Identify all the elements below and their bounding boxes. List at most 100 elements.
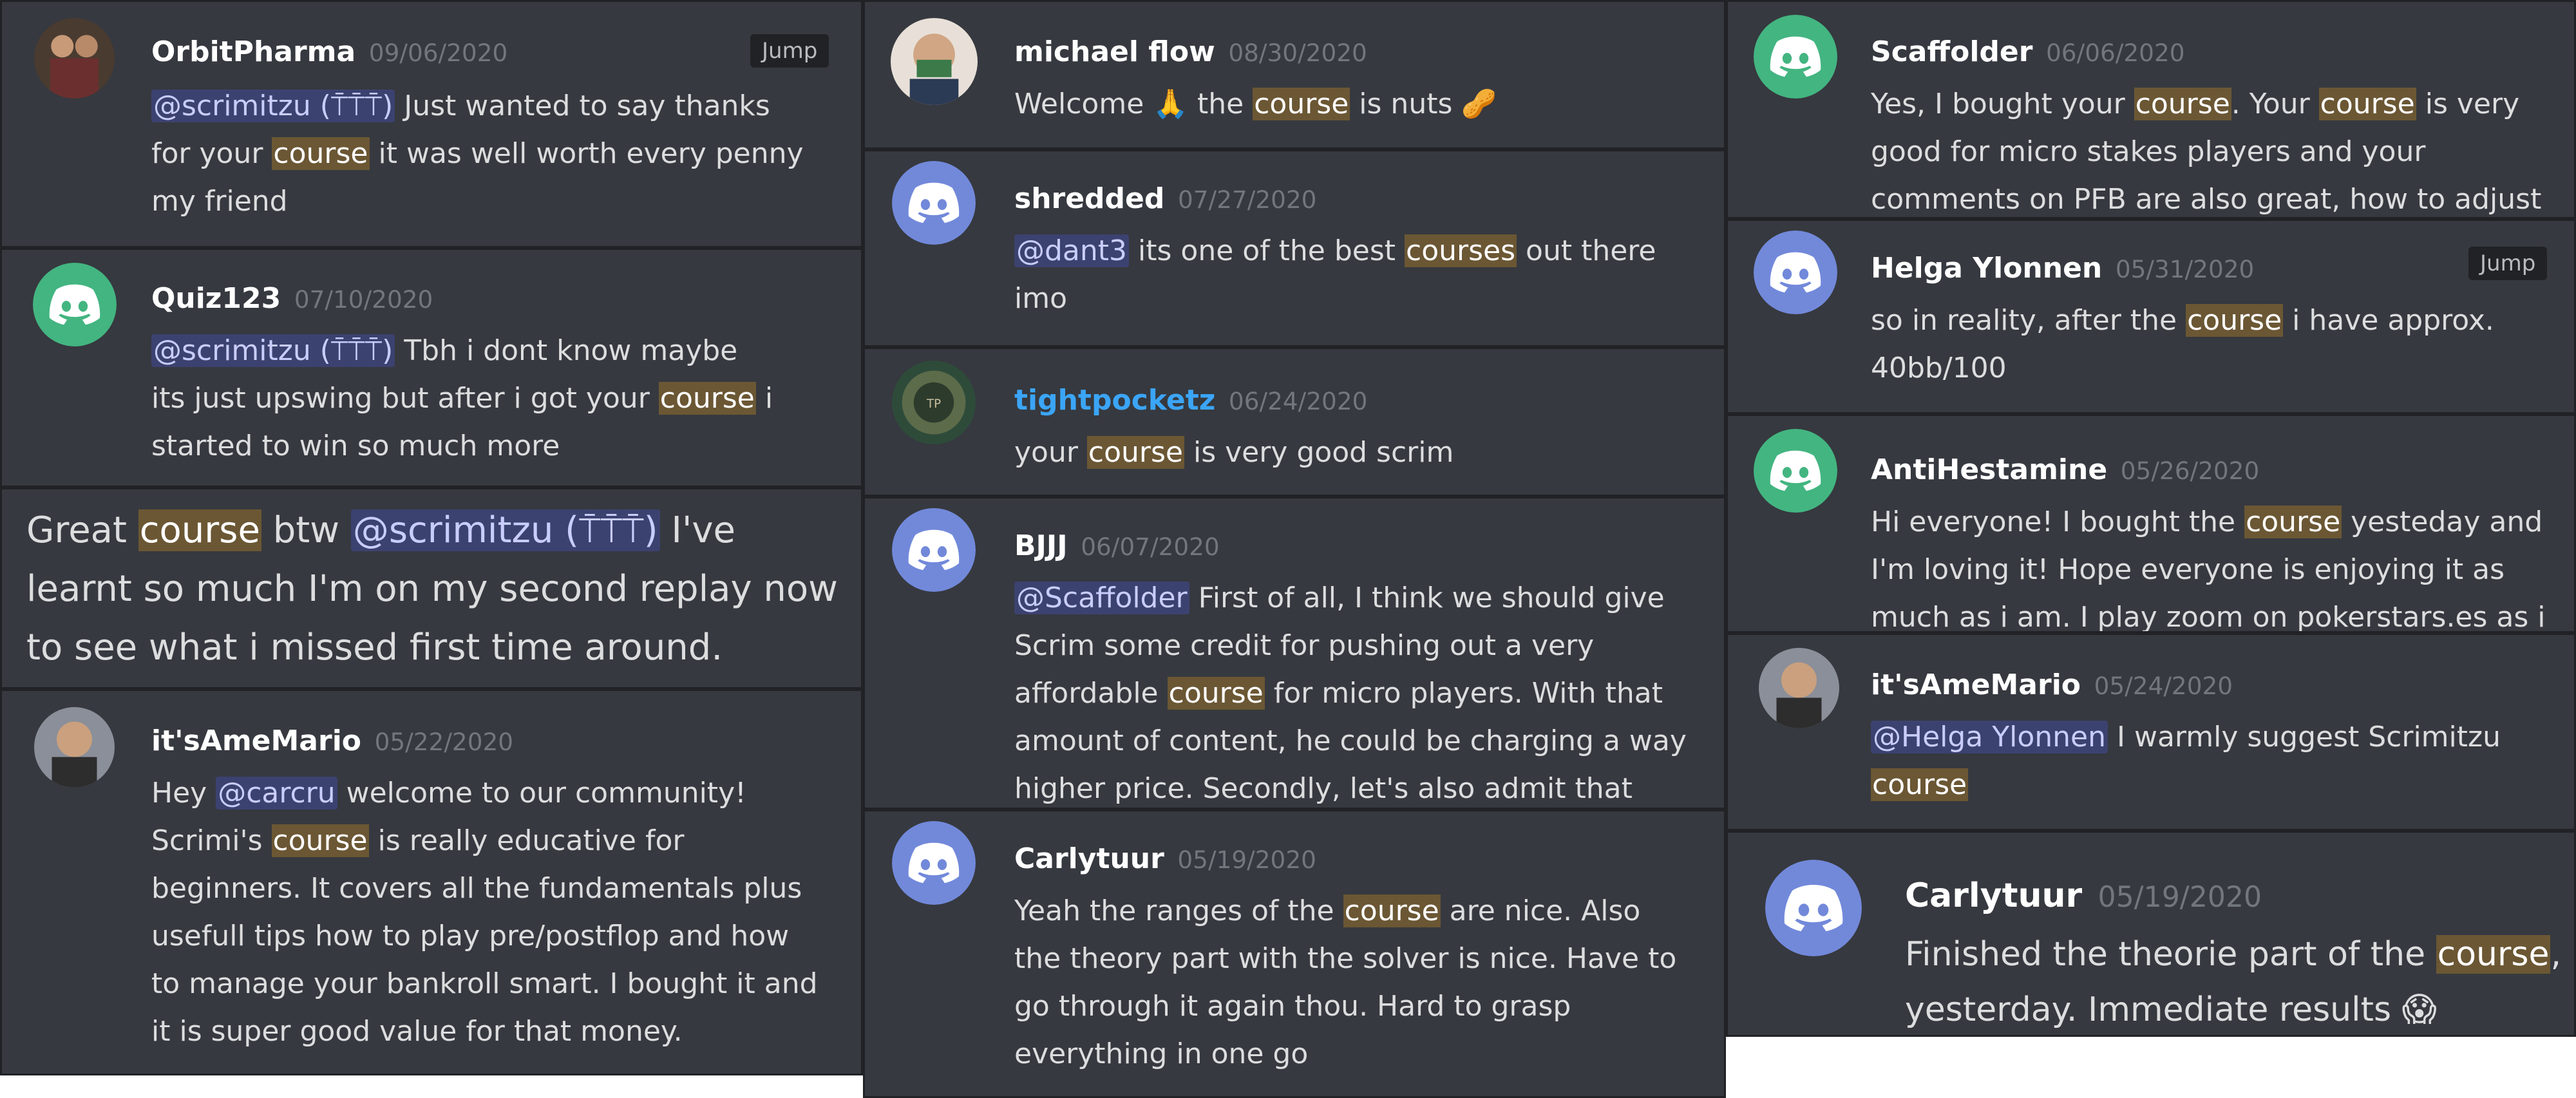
username[interactable]: tightpocketz 06/24/2020 [1014,384,1367,417]
message-card: TP tightpocketz 06/24/2020 your course is… [863,347,1726,497]
user-mention[interactable]: @scrimitzu (⍑⍑⍑) [350,509,660,551]
user-avatar[interactable] [1759,648,1839,728]
search-highlight: course [2436,935,2551,974]
user-mention[interactable]: @scrimitzu (⍑⍑⍑) [151,90,395,122]
timestamp: 06/07/2020 [1081,533,1220,561]
message-card: Helga Ylonnen 05/31/2020 Jump so in reali… [1726,219,2576,414]
message-card: OrbitPharma 09/06/2020 Jump @scrimitzu (⍑… [0,0,863,248]
message-fragment: Finished the theorie part of the [1905,935,2436,974]
search-highlight: course [272,137,370,170]
message-card: it'sAmeMario 05/22/2020 Hey @carcru welco… [0,689,863,1075]
username[interactable]: michael flow 08/30/2020 [1014,35,1367,68]
search-highlight: course [2318,88,2416,120]
user-mention[interactable]: @Helga Ylonnen [1871,721,2108,753]
username[interactable]: AntiHestamine 05/26/2020 [1871,453,2259,486]
discord-blurple-icon[interactable] [892,508,976,592]
discord-green-icon[interactable] [33,263,117,346]
timestamp: 05/31/2020 [2115,255,2255,283]
discord-blurple-icon[interactable] [1754,231,1837,314]
timestamp: 05/19/2020 [2098,881,2262,914]
message-text: Finished the theorie part of the course,… [1905,927,2568,1035]
message-fragment: Welcome 🙏 the [1014,88,1253,120]
message-fragment: Hi everyone! I bought the [1871,506,2245,538]
user-avatar[interactable] [34,18,115,99]
username[interactable]: Helga Ylonnen 05/31/2020 [1871,252,2254,285]
timestamp: 08/30/2020 [1228,39,1367,67]
username[interactable]: Quiz123 07/10/2020 [151,282,433,315]
message-fragment: Yes, I bought your [1871,88,2134,120]
user-avatar[interactable]: TP [892,361,976,444]
timestamp: 07/10/2020 [294,285,433,314]
search-highlight: course [1253,88,1350,120]
user-mention[interactable]: @carcru [216,777,337,809]
search-highlight: course [138,509,261,551]
discord-green-icon[interactable] [1754,429,1837,513]
message-text: @dant3 its one of the best courses out t… [1014,227,1710,323]
message-text: @Helga Ylonnen I warmly suggest Scrimitz… [1871,714,2566,809]
message-text: @scrimitzu (⍑⍑⍑) Just wanted to say than… [151,82,847,225]
message-text: @Scaffolder First of all, I think we sho… [1014,574,1716,808]
username[interactable]: it'sAmeMario 05/24/2020 [1871,668,2233,701]
message-fragment: Yeah the ranges of the [1014,894,1343,927]
message-card: AntiHestamine 05/26/2020 Hi everyone! I b… [1726,414,2576,633]
username[interactable]: Scaffolder 06/06/2020 [1871,35,2185,68]
message-fragment: Hey [151,777,216,809]
message-fragment: is really educative for beginners. It co… [151,824,818,1048]
message-card: it'sAmeMario 05/24/2020 @Helga Ylonnen I … [1726,633,2576,831]
search-highlight: course [1343,894,1441,927]
timestamp: 06/06/2020 [2046,39,2185,67]
user-mention[interactable]: @Scaffolder [1014,582,1189,614]
message-fragment: so in reality, after the [1871,304,2186,337]
message-text: your course is very good scrim [1014,429,1710,477]
message-text: @scrimitzu (⍑⍑⍑) Tbh i dont know maybe i… [151,327,847,470]
timestamp: 09/06/2020 [368,39,508,67]
message-text: Welcome 🙏 the course is nuts 🥜 [1014,80,1710,128]
user-mention[interactable]: @dant3 [1014,234,1130,267]
discord-green-icon[interactable] [1754,15,1837,99]
search-highlight: course [1871,768,1969,801]
discord-blurple-icon[interactable] [1765,860,1862,956]
jump-button[interactable]: Jump [750,34,829,68]
search-highlight: course [1167,677,1265,710]
message-text: Great course btw @scrimitzu (⍑⍑⍑) I've l… [26,501,857,677]
message-fragment: btw [261,509,351,551]
username[interactable]: OrbitPharma 09/06/2020 [151,35,507,68]
message-card: shredded 07/27/2020 @dant3 its one of the… [863,149,1726,347]
search-highlight: course [1086,436,1185,469]
user-avatar[interactable] [891,18,978,105]
message-card: Quiz123 07/10/2020 @scrimitzu (⍑⍑⍑) Tbh i… [0,248,863,487]
username[interactable]: Carlytuur 05/19/2020 [1905,876,2262,915]
user-avatar[interactable] [34,707,115,788]
search-highlight: course [2134,88,2231,120]
username[interactable]: BJJJ 06/07/2020 [1014,529,1220,562]
timestamp: 05/26/2020 [2120,457,2260,485]
timestamp: 07/27/2020 [1177,185,1317,214]
username[interactable]: shredded 07/27/2020 [1014,182,1316,215]
username[interactable]: Carlytuur 05/19/2020 [1014,842,1316,875]
message-fragment: is nuts 🥜 [1350,88,1497,120]
message-card: Great course btw @scrimitzu (⍑⍑⍑) I've l… [0,487,863,689]
user-mention[interactable]: @scrimitzu (⍑⍑⍑) [151,334,395,367]
message-card: BJJJ 06/07/2020 @Scaffolder First of all,… [863,497,1726,809]
search-highlight: course [2244,506,2342,538]
message-fragment: Great [26,509,138,551]
message-text: Hi everyone! I bought the course yesteda… [1871,498,2566,631]
jump-button[interactable]: Jump [2468,247,2548,280]
timestamp: 05/19/2020 [1177,846,1316,874]
search-highlight: course [271,824,369,857]
search-highlight: course [658,382,756,415]
username[interactable]: it'sAmeMario 05/22/2020 [151,724,513,757]
message-card: Carlytuur 05/19/2020 Finished the theorie… [1726,831,2576,1037]
message-text: Yes, I bought your course. Your course i… [1871,80,2566,217]
timestamp: 05/24/2020 [2094,672,2233,700]
discord-blurple-icon[interactable] [892,821,976,905]
timestamp: 06/24/2020 [1228,387,1368,415]
message-fragment: . Your [2231,88,2319,120]
discord-blurple-icon[interactable] [892,161,976,245]
message-fragment: is very good scrim [1184,436,1454,469]
message-fragment: I warmly suggest Scrimitzu [2117,721,2501,753]
message-text: Yeah the ranges of the course are nice. … [1014,887,1716,1078]
search-highlight: courses [1405,234,1517,267]
search-highlight: course [2186,304,2284,337]
message-card: Carlytuur 05/19/2020 Yeah the ranges of t… [863,809,1726,1098]
